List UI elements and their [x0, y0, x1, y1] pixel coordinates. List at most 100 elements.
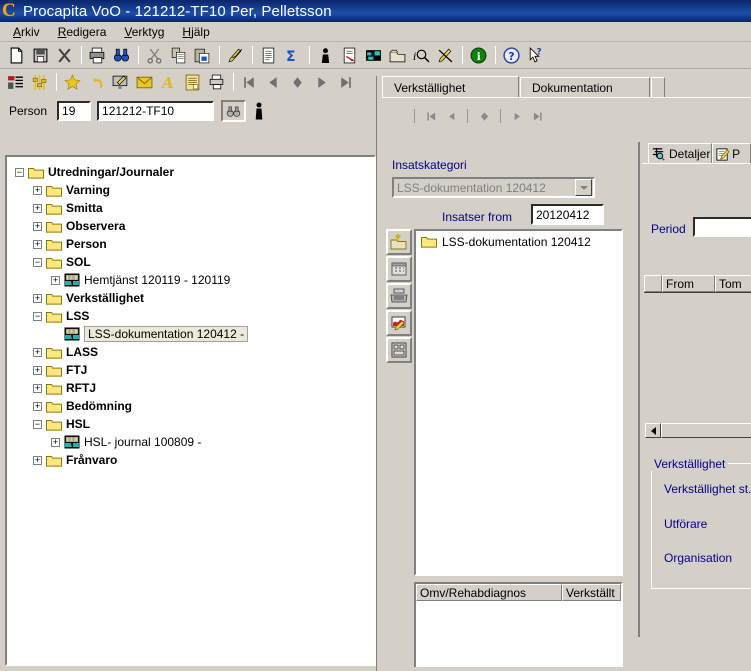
form-grid-icon[interactable] — [386, 337, 412, 363]
tree-node-hemtj-nst-120119-120119[interactable]: + Hemtjänst 120119 - 120119 — [15, 271, 374, 289]
omv-rehabdiagnos-grid[interactable]: Omv/Rehabdiagnos Verkställt — [414, 582, 623, 671]
save-icon[interactable] — [29, 44, 52, 66]
tab-dokumentation[interactable]: Dokumentation — [520, 77, 650, 98]
tree-node-lss-dokumentation-120412[interactable]: LSS-dokumentation 120412 - — [15, 325, 374, 343]
tree-node-verkst-llighet[interactable]: + Verkställighet — [15, 289, 374, 307]
tree-expander-plus-icon[interactable]: + — [33, 203, 42, 213]
nav-prev-icon[interactable] — [262, 71, 285, 93]
tree-node-sol[interactable]: − SOL — [15, 253, 374, 271]
tree-node-bed-mning[interactable]: + Bedömning — [15, 397, 374, 415]
column-header-verkstallt[interactable]: Verkställt — [562, 584, 621, 601]
tab-detaljer[interactable]: Detaljer — [648, 143, 713, 164]
column-header-blank[interactable] — [644, 275, 662, 292]
person-id-input[interactable] — [57, 101, 92, 121]
sliders-icon[interactable] — [28, 71, 51, 93]
tree-expander-plus-icon[interactable]: + — [33, 401, 42, 411]
insats-list-box[interactable]: LSS-dokumentation 120412 — [414, 229, 623, 576]
tree-expander-minus-icon[interactable]: − — [15, 167, 24, 177]
tree-expander-plus-icon[interactable]: + — [33, 455, 42, 465]
calendar-icon[interactable] — [386, 256, 412, 282]
add-folder-icon[interactable] — [386, 229, 412, 255]
detail-horizontal-scrollbar[interactable] — [645, 422, 751, 439]
strike-pencil-icon[interactable] — [434, 44, 457, 66]
undo-arrow-icon[interactable] — [85, 71, 108, 93]
insatser-from-input[interactable] — [531, 204, 604, 225]
column-header-tom[interactable]: Tom — [715, 275, 751, 292]
person-search-button[interactable] — [221, 100, 247, 122]
copy-icon[interactable] — [167, 44, 190, 66]
nav-first-icon[interactable] — [421, 107, 441, 125]
open-folder-icon[interactable] — [386, 44, 409, 66]
column-header-from[interactable]: From — [662, 275, 715, 292]
tree-node-observera[interactable]: + Observera — [15, 217, 374, 235]
tree-node-lss[interactable]: − LSS — [15, 307, 374, 325]
tree-node-varning[interactable]: + Varning — [15, 181, 374, 199]
new-document-icon[interactable] — [5, 44, 28, 66]
tree-node-rftj[interactable]: + RFTJ — [15, 379, 374, 397]
info-search-icon[interactable]: i — [410, 44, 433, 66]
tree-node-root[interactable]: − Utredningar/Journaler — [15, 163, 374, 181]
tree-expander-plus-icon[interactable]: + — [33, 293, 42, 303]
detail-grid-body[interactable] — [644, 292, 751, 422]
document-arrow-icon[interactable] — [338, 44, 361, 66]
nav-current-icon[interactable] — [474, 107, 494, 125]
tree-expander-plus-icon[interactable]: + — [33, 185, 42, 195]
tab-p[interactable]: P — [712, 143, 751, 164]
pencils-icon[interactable] — [224, 44, 247, 66]
chevron-down-icon[interactable] — [575, 179, 592, 196]
scrollbar-thumb[interactable] — [661, 423, 751, 438]
tree-node-ftj[interactable]: + FTJ — [15, 361, 374, 379]
navigation-tree-panel[interactable]: − Utredningar/Journaler + Varning + Smitta +… — [5, 155, 376, 666]
period-input[interactable] — [693, 217, 751, 237]
nav-next-icon[interactable] — [507, 107, 527, 125]
document-lines-icon[interactable] — [257, 44, 280, 66]
globe-map-icon[interactable] — [362, 44, 385, 66]
arrow-left-icon[interactable] — [645, 423, 661, 438]
help-pointer-icon[interactable]: ? — [524, 44, 547, 66]
tree-node-lass[interactable]: + LASS — [15, 343, 374, 361]
print-icon[interactable] — [86, 44, 109, 66]
menu-item-hjalp[interactable]: Hjälp — [173, 23, 218, 41]
person-figure-icon[interactable] — [314, 44, 337, 66]
tree-node-fr-nvaro[interactable]: + Frånvaro — [15, 451, 374, 469]
info-green-icon[interactable]: i — [467, 44, 490, 66]
nav-last-icon[interactable] — [527, 107, 547, 125]
tree-expander-minus-icon[interactable]: − — [33, 311, 42, 321]
tree-expander-plus-icon[interactable]: + — [33, 239, 42, 249]
notes-icon[interactable] — [181, 71, 204, 93]
font-a-icon[interactable]: A — [157, 71, 180, 93]
printer-small-icon[interactable] — [205, 71, 228, 93]
nav-stop-icon[interactable] — [286, 71, 309, 93]
envelope-mail-icon[interactable] — [133, 71, 156, 93]
column-header-omv-rehabdiagnos[interactable]: Omv/Rehabdiagnos — [416, 584, 562, 601]
tree-node-hsl-journal-100809[interactable]: + HSL- journal 100809 - — [15, 433, 374, 451]
sigma-sum-icon[interactable]: Σ — [281, 44, 304, 66]
nav-next-icon[interactable] — [310, 71, 333, 93]
tab-verkstallighet[interactable]: Verkställighet — [382, 76, 519, 98]
insatskategori-dropdown[interactable]: LSS-dokumentation 120412 — [392, 177, 595, 198]
tree-expander-plus-icon[interactable]: + — [33, 221, 42, 231]
typewriter-icon[interactable] — [386, 283, 412, 309]
tree-expander-plus-icon[interactable]: + — [33, 365, 42, 375]
tree-expander-minus-icon[interactable]: − — [33, 419, 42, 429]
list-red-icon[interactable] — [4, 71, 27, 93]
menu-item-arkiv[interactable]: Arkiv — [4, 23, 49, 41]
nav-prev-icon[interactable] — [441, 107, 461, 125]
binoculars-find-icon[interactable] — [110, 44, 133, 66]
tree-expander-plus-icon[interactable]: + — [51, 437, 60, 447]
tree-node-smitta[interactable]: + Smitta — [15, 199, 374, 217]
personal-number-input[interactable] — [97, 101, 215, 121]
tree-expander-plus-icon[interactable]: + — [33, 347, 42, 357]
tree-node-hsl[interactable]: − HSL — [15, 415, 374, 433]
monitor-pen-icon[interactable] — [109, 71, 132, 93]
tree-expander-plus-icon[interactable]: + — [33, 383, 42, 393]
nav-first-icon[interactable] — [238, 71, 261, 93]
tree-node-person[interactable]: + Person — [15, 235, 374, 253]
cut-scissors-icon[interactable] — [143, 44, 166, 66]
tree-expander-plus-icon[interactable]: + — [51, 275, 60, 285]
menu-item-verktyg[interactable]: Verktyg — [115, 23, 173, 41]
list-item[interactable]: LSS-dokumentation 120412 — [416, 231, 621, 249]
nav-last-icon[interactable] — [334, 71, 357, 93]
paste-icon[interactable] — [191, 44, 214, 66]
picture-edit-icon[interactable] — [386, 310, 412, 336]
